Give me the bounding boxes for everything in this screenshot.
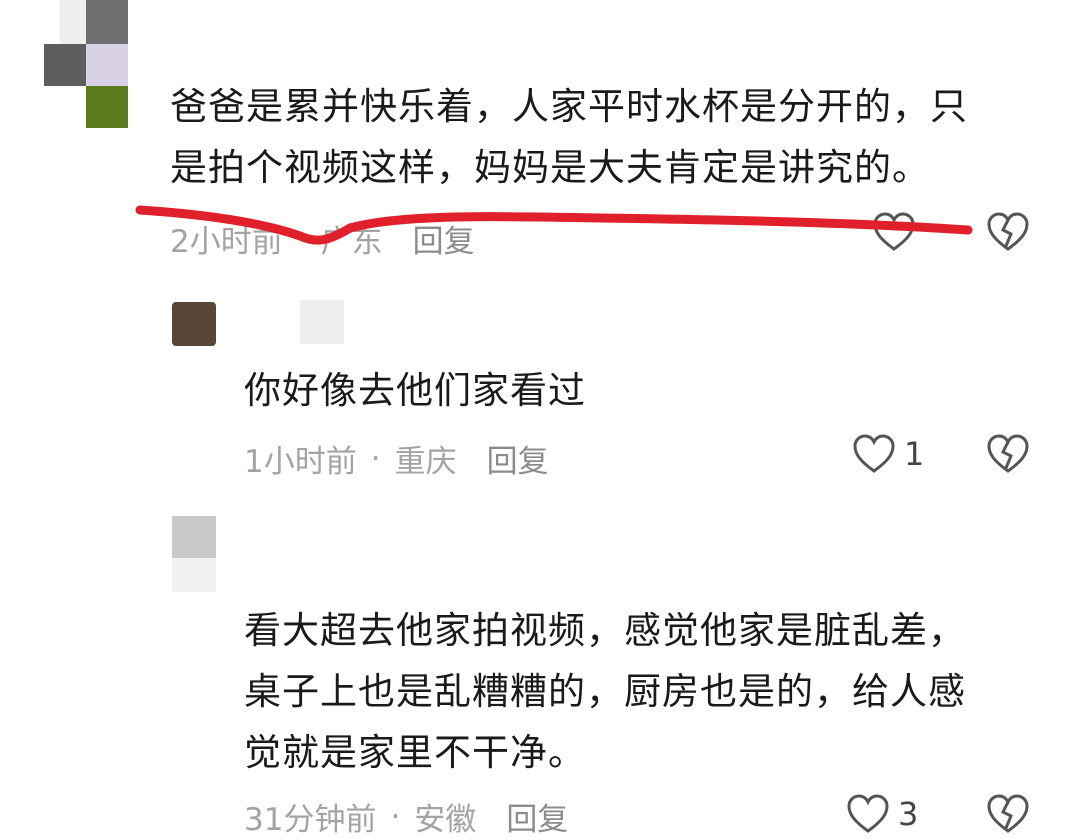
like-count: 1 xyxy=(904,435,925,473)
heart-outline-icon xyxy=(873,212,915,251)
heart-outline-icon xyxy=(853,434,895,473)
comment-text: 你好像去他们家看过 xyxy=(244,360,586,421)
comment-meta: 2小时前 · 广东 回复 xyxy=(170,216,475,261)
dislike-button[interactable] xyxy=(986,794,1030,838)
comment-line: 你好像去他们家看过 xyxy=(244,369,586,412)
comment-text: 爸爸是累并快乐着，人家平时水杯是分开的，只 是拍个视频这样，妈妈是大夫肯定是讲究… xyxy=(170,76,968,198)
like-button[interactable] xyxy=(872,212,924,252)
reply-button[interactable]: 回复 xyxy=(506,794,568,839)
comment-line: 是拍个视频这样，妈妈是大夫肯定是讲究的。 xyxy=(170,146,930,189)
separator: · xyxy=(390,798,401,835)
separator: · xyxy=(370,440,381,477)
location: 广东 xyxy=(320,224,383,260)
dislike-button[interactable] xyxy=(986,434,1030,478)
comment-line: 看大超去他家拍视频，感觉他家是脏乱差， xyxy=(244,609,966,652)
heart-outline-icon xyxy=(847,794,889,833)
timestamp: 1小时前 xyxy=(244,444,357,480)
broken-heart-icon xyxy=(987,434,1029,473)
like-count: 3 xyxy=(898,795,919,833)
comment-text: 看大超去他家拍视频，感觉他家是脏乱差， 桌子上也是乱糟糟的，厨房也是的，给人感 … xyxy=(244,600,966,783)
like-button[interactable]: 3 xyxy=(846,794,918,834)
reply-button[interactable]: 回复 xyxy=(413,216,475,261)
broken-heart-icon xyxy=(987,794,1029,833)
location: 重庆 xyxy=(394,444,457,480)
comment-line: 觉就是家里不干净。 xyxy=(244,731,586,774)
comment-line: 爸爸是累并快乐着，人家平时水杯是分开的，只 xyxy=(170,85,968,128)
separator: · xyxy=(296,220,307,257)
timestamp: 2小时前 xyxy=(170,224,283,260)
like-button[interactable]: 1 xyxy=(852,434,924,474)
timestamp: 31分钟前 xyxy=(244,802,377,838)
comment-line: 桌子上也是乱糟糟的，厨房也是的，给人感 xyxy=(244,670,966,713)
comment-meta: 1小时前 · 重庆 回复 xyxy=(244,436,549,481)
broken-heart-icon xyxy=(987,212,1029,251)
location: 安徽 xyxy=(414,802,477,838)
dislike-button[interactable] xyxy=(986,212,1030,256)
comment-meta: 31分钟前 · 安徽 回复 xyxy=(244,794,568,839)
reply-button[interactable]: 回复 xyxy=(487,436,549,481)
